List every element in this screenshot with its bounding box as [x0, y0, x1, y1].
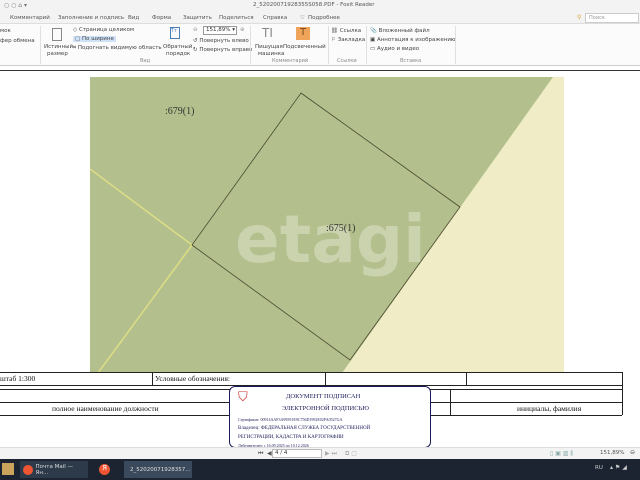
tray-icons[interactable]: ▴ ⚑ ◢ [610, 464, 627, 471]
tab-fill-sign[interactable]: Заполнение и подпись [58, 15, 124, 21]
stamp-owner-1: Владелец: ФЕДЕРАЛЬНАЯ СЛУЖБА ГОСУДАРСТВЕ… [238, 426, 371, 431]
zoom-select[interactable]: 151,89% ▾ [203, 26, 237, 35]
typewriter-label: машинка [258, 51, 285, 57]
stamp-owner-2: РЕГИСТРАЦИИ, КАДАСТРА И КАРТОГРАФИИ [238, 435, 344, 440]
title-bar: ○ ○ ⌂ ▾ 2_52020071928355S058.PDF - Foxit… [0, 0, 640, 12]
status-bar: ⏮ ◀ 4 / 4 ▶ ⏭ ⧉ ▢ ▯ ▣ ▥ ⫼ 151,89% ⊖ [0, 447, 640, 459]
fit-page-label: Страница целиком [78, 27, 134, 33]
initials-label: инициалы, фамилия [517, 404, 582, 413]
status-zoom[interactable]: 151,89% [600, 450, 624, 456]
zoom-value: 151,89% [206, 27, 231, 33]
link-label: Ссылка [339, 28, 362, 34]
image-annotation-label: Аннотация к изображению [376, 37, 456, 43]
window-title: 2_52020071928355S058.PDF - Foxit Reader [253, 2, 375, 8]
taskbar-foxit-label: 2_52020071928357... [130, 466, 191, 473]
explorer-icon[interactable] [2, 463, 14, 475]
snapshot-button[interactable]: мок [0, 28, 11, 34]
scale-text: штаб 1:300 [0, 374, 36, 383]
zoom-out-icon[interactable]: ⊖ [630, 449, 635, 456]
prev-page-button[interactable]: ◀ [267, 450, 272, 457]
legend-title: Условные обозначения: [155, 374, 231, 383]
search-placeholder: Поиск [589, 15, 605, 21]
taskbar-mail-label: Почта Mail — Ян... [35, 463, 74, 476]
highlight-button[interactable]: Подсвеченный [283, 44, 326, 50]
reverse-order-icon: Tт [170, 27, 180, 39]
actual-size-icon [52, 28, 62, 41]
watermark-text: etagi [235, 201, 426, 278]
rotate-right-label: Повернуть вправо [199, 47, 253, 53]
image-annotation-button[interactable]: ▣ Аннотация к изображению [370, 37, 456, 43]
parcel-label-679: :679(1) [165, 106, 194, 117]
group-comment-label: Комментарий [272, 58, 309, 64]
tell-me-icon[interactable]: ♡ [300, 15, 305, 21]
ribbon: мок фер обмена Истинный размер ◇ Страниц… [0, 24, 640, 66]
zoom-out-icon[interactable]: ⊖ [193, 27, 198, 33]
fit-visible-button[interactable]: ⌗ Подогнать видимую область [73, 45, 162, 52]
fit-width-button[interactable]: ▢ По ширине [73, 36, 116, 42]
tab-comment[interactable]: Комментарий [10, 15, 50, 21]
clipboard-button[interactable]: фер обмена [0, 38, 35, 44]
attachment-button[interactable]: 📎 Вложенный файл [370, 28, 430, 34]
zoom-in-icon[interactable]: ⊕ [240, 27, 245, 33]
e-signature-stamp: ⛉ ДОКУМЕНТ ПОДПИСАН ЭЛЕКТРОННОЙ ПОДПИСЬЮ… [229, 386, 431, 448]
page-value: 4 / 4 [275, 450, 288, 456]
stamp-certificate: Сертификат: 00914AAF3A99591E9C756D1992E0… [238, 417, 343, 422]
rotate-left-label: Повернуть влево [199, 38, 249, 44]
typewriter-icon: TI [262, 26, 273, 40]
page-nav-icons[interactable]: ⧉ ▢ [345, 450, 357, 458]
tab-protect[interactable]: Защитить [183, 15, 212, 21]
actual-size-label: размер [47, 51, 68, 57]
fit-width-label: По ширине [81, 36, 114, 42]
attachment-label: Вложенный файл [378, 28, 430, 34]
taskbar-foxit[interactable]: 2_52020071928357... [124, 461, 192, 478]
stamp-title-1: ДОКУМЕНТ ПОДПИСАН [286, 393, 361, 400]
tab-share[interactable]: Поделиться [219, 15, 254, 21]
cadastral-map: etagi :679(1) :675(1) [90, 77, 564, 373]
actual-size-button[interactable]: Истинный [44, 44, 73, 50]
bookmark-label: Закладка [337, 37, 366, 43]
reverse-order-button[interactable]: Обратный [163, 44, 192, 50]
tab-view[interactable]: Вид [128, 15, 139, 21]
first-page-button[interactable]: ⏮ [258, 450, 263, 458]
quick-access-icons[interactable]: ○ ○ ⌂ ▾ [4, 2, 27, 9]
link-button[interactable]: ⛓ Ссылка [331, 28, 361, 34]
group-insert-label: Вставка [400, 58, 422, 64]
tab-help[interactable]: Справка [263, 15, 287, 21]
position-label: полное наименование должности [52, 404, 159, 413]
fit-page-button[interactable]: ◇ Страница целиком [73, 27, 134, 33]
typewriter-button[interactable]: Пишущая [255, 44, 283, 50]
emblem-icon: ⛉ [238, 390, 248, 405]
stamp-title-2: ЭЛЕКТРОННОЙ ПОДПИСЬЮ [282, 405, 369, 412]
reverse-order-label: порядок [166, 51, 191, 57]
group-links-label: Ссылки [337, 58, 357, 64]
highlight-icon: T [296, 27, 310, 40]
audio-video-label: Аудио и видео [376, 46, 420, 52]
fit-visible-label: Подогнать видимую область [77, 45, 162, 51]
language-indicator[interactable]: RU [595, 465, 603, 471]
audio-video-button[interactable]: ▭ Аудио и видео [370, 46, 419, 52]
tab-form[interactable]: Форма [152, 15, 171, 21]
page-layout-icons[interactable]: ▯ ▣ ▥ ⫼ [550, 450, 573, 458]
taskbar-mail[interactable]: Почта Mail — Ян... [20, 461, 88, 478]
rotate-right-button[interactable]: ↻ Повернуть вправо [193, 47, 252, 53]
group-view-label: Вид [140, 58, 151, 64]
next-page-button[interactable]: ▶ ⏭ [325, 450, 337, 458]
tab-more[interactable]: Подробнее [308, 15, 340, 21]
bookmark-button[interactable]: ⚐ Закладка [331, 37, 365, 43]
yandex-icon[interactable]: Я [99, 464, 110, 475]
search-input[interactable]: ⚲ Поиск [577, 13, 639, 23]
taskbar: Почта Mail — Ян... Я 2_52020071928357...… [0, 459, 640, 480]
yandex-browser-icon [23, 464, 33, 475]
ribbon-tabs: Комментарий Заполнение и подпись Вид Фор… [0, 12, 640, 24]
parcel-label-675: :675(1) [326, 223, 355, 234]
rotate-left-button[interactable]: ↺ Повернуть влево [193, 38, 249, 44]
search-icon: ⚲ [577, 14, 582, 21]
page-input[interactable]: 4 / 4 [272, 449, 322, 458]
